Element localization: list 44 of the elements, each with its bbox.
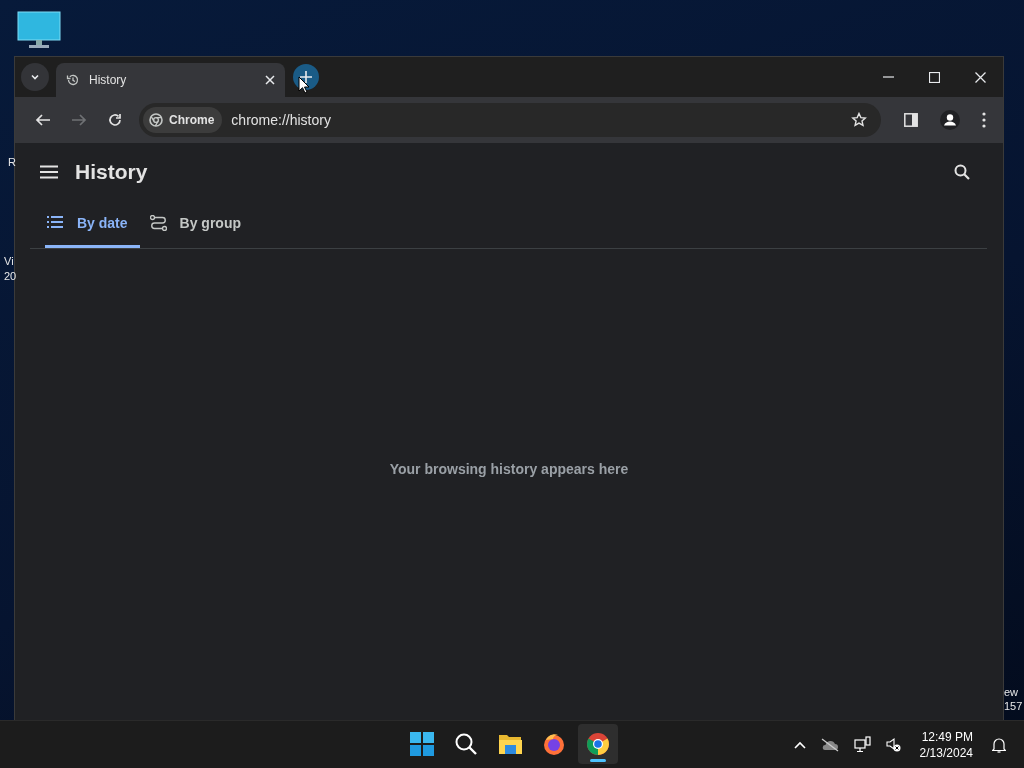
site-chip[interactable]: Chrome [143, 107, 223, 133]
list-icon [47, 215, 64, 231]
side-panel-icon[interactable] [904, 113, 918, 127]
folder-icon[interactable] [498, 732, 522, 756]
cloud-off-icon[interactable] [820, 737, 839, 752]
url-text: chrome://history [231, 112, 331, 128]
volume-muted-icon[interactable] [885, 737, 901, 752]
back-icon[interactable] [35, 112, 51, 128]
clock-time[interactable]: 12:49 PM [921, 728, 973, 745]
reload-icon[interactable] [107, 112, 123, 128]
windows-logo-icon[interactable] [410, 732, 434, 756]
tab-title: History [89, 73, 128, 87]
search-icon[interactable] [454, 732, 478, 756]
close-icon[interactable] [974, 71, 986, 83]
firefox-icon[interactable] [542, 732, 566, 756]
more-menu-icon[interactable] [982, 112, 986, 128]
menu-icon[interactable] [40, 165, 58, 179]
clock-date[interactable]: 2/13/2024 [919, 744, 973, 761]
chevron-up-icon[interactable] [793, 740, 806, 749]
close-icon[interactable] [263, 73, 277, 87]
network-icon[interactable] [853, 736, 871, 753]
desktop-icon-label: ew [1004, 686, 1019, 699]
history-icon [66, 73, 80, 87]
desktop-icon-label: Vi [4, 255, 14, 268]
bell-icon[interactable] [992, 736, 1006, 753]
profile-icon[interactable] [940, 110, 960, 130]
address-bar[interactable]: Chrome chrome://history [139, 103, 881, 137]
empty-message: Your browsing history appears here [389, 460, 629, 477]
chrome-icon[interactable] [586, 732, 610, 756]
browser-tab[interactable]: History [56, 63, 285, 97]
desktop-icon-label: 157 [1004, 700, 1023, 713]
plus-icon[interactable] [300, 71, 312, 83]
route-icon [149, 215, 167, 231]
page-tab[interactable]: By date [45, 201, 140, 248]
maximize-icon[interactable] [928, 71, 940, 83]
chrome-icon [149, 113, 163, 127]
cursor-icon [298, 76, 310, 94]
desktop-icon-label: R [8, 156, 16, 169]
desktop-icon-label: 20 [4, 270, 17, 283]
monitor-icon[interactable] [17, 11, 61, 49]
page-title: History [75, 160, 148, 184]
star-icon[interactable] [851, 112, 867, 128]
page-tab[interactable]: By group [147, 201, 254, 248]
search-icon[interactable] [954, 164, 970, 180]
